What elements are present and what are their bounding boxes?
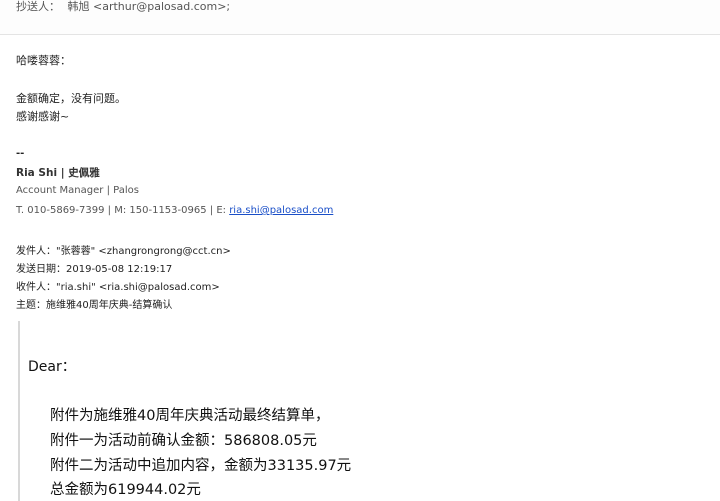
forwarded-date: 发送日期：2019-05-08 12:19:17 — [16, 264, 173, 275]
reply-body-line-1: 金额确定，没有问题。 — [16, 92, 126, 105]
quoted-line: 附件一为活动前确认金额：586808.05元 — [50, 433, 317, 449]
signature-name: Ria Shi | 史佩雅 — [16, 167, 100, 179]
quoted-line: 总金额为619944.02元 — [50, 482, 201, 498]
quoted-message: Dear： 附件为施维雅40周年庆典活动最终结算单， 附件一为活动前确认金额：5… — [18, 321, 720, 501]
forwarded-subject: 主题：施维雅40周年庆典-结算确认 — [16, 300, 173, 311]
cc-label: 抄送人： — [16, 0, 60, 13]
forwarded-from: 发件人："张蓉蓉" <zhangrongrong@cct.cn> — [16, 246, 231, 257]
signature-email-link[interactable]: ria.shi@palosad.com — [229, 205, 333, 216]
signature-phone: T. 010-5869-7399 | M: 150-1153-0965 | E: — [16, 205, 230, 216]
cc-header: 抄送人： 韩旭 <arthur@palosad.com>; — [0, 0, 720, 35]
quoted-line: 附件为施维雅40周年庆典活动最终结算单， — [50, 408, 330, 424]
quoted-salutation: Dear： — [28, 359, 76, 375]
forwarded-to: 收件人："ria.shi" <ria.shi@palosad.com> — [16, 282, 220, 293]
reply-body-line-2: 感谢感谢~ — [16, 110, 70, 123]
signature-contact: T. 010-5869-7399 | M: 150-1153-0965 | E:… — [16, 205, 333, 216]
cc-row: 抄送人： 韩旭 <arthur@palosad.com>; — [16, 0, 230, 14]
cc-recipient[interactable]: 韩旭 <arthur@palosad.com>; — [68, 0, 231, 13]
reply-greeting: 哈喽蓉蓉： — [16, 54, 71, 67]
signature-separator: -- — [16, 148, 25, 159]
signature-role: Account Manager | Palos — [16, 185, 139, 196]
quoted-line: 附件二为活动中追加内容，金额为33135.97元 — [50, 458, 352, 474]
